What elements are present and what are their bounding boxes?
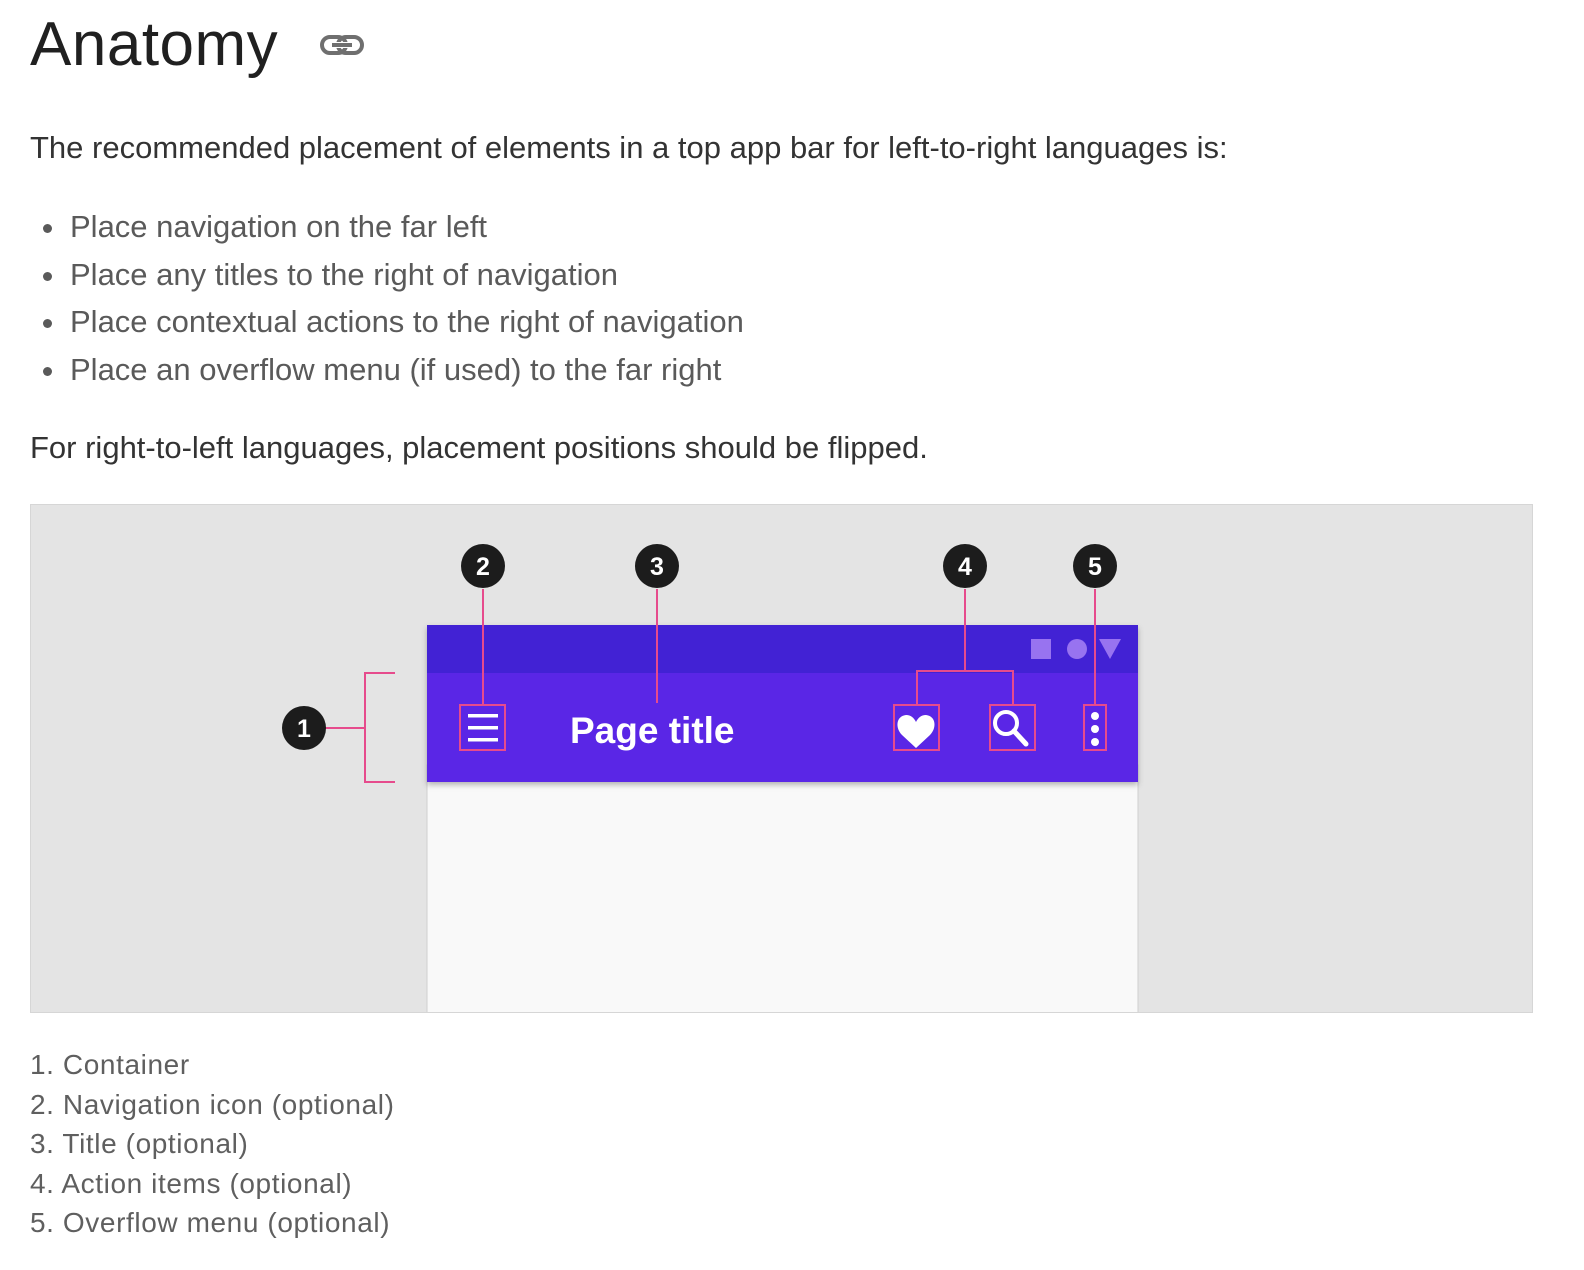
svg-text:4: 4	[958, 553, 972, 581]
placement-list: Place navigation on the far left Place a…	[30, 206, 744, 396]
section-heading: Anatomy	[30, 10, 279, 79]
app-bar	[427, 673, 1138, 782]
list-item: Place an overflow menu (if used) to the …	[30, 349, 744, 397]
list-item: 3. Title (optional)	[30, 1128, 249, 1160]
svg-text:1: 1	[297, 715, 311, 743]
link-icon[interactable]	[318, 30, 366, 60]
intro-paragraph: The recommended placement of elements in…	[30, 130, 1228, 165]
svg-text:2: 2	[476, 553, 490, 581]
content-area	[426, 764, 1139, 1012]
callout-badge: 2	[461, 544, 505, 588]
callout-badge: 1	[282, 706, 326, 750]
more-vert-icon[interactable]	[1091, 712, 1099, 746]
anatomy-figure: Page title 1 2 3 4 5	[30, 504, 1533, 1013]
rtl-note: For right-to-left languages, placement p…	[30, 430, 928, 465]
list-item: Place navigation on the far left	[30, 206, 744, 254]
list-item: 2. Navigation icon (optional)	[30, 1088, 395, 1120]
square-icon	[1031, 639, 1051, 659]
circle-icon	[1067, 639, 1087, 659]
svg-text:3: 3	[650, 553, 664, 581]
callout-badge: 5	[1073, 544, 1117, 588]
list-item: Place contextual actions to the right of…	[30, 301, 744, 349]
list-item: 4. Action items (optional)	[30, 1167, 353, 1199]
app-bar-title: Page title	[570, 710, 735, 751]
list-item: Place any titles to the right of navigat…	[30, 254, 744, 302]
callout-badge: 4	[943, 544, 987, 588]
anatomy-diagram: Page title 1 2 3 4 5	[282, 544, 1139, 1012]
caption-list: 1. Container 2. Navigation icon (optiona…	[30, 1045, 395, 1243]
svg-text:5: 5	[1088, 553, 1102, 581]
callout-badge: 3	[635, 544, 679, 588]
list-item: 5. Overflow menu (optional)	[30, 1207, 391, 1239]
list-item: 1. Container	[30, 1049, 190, 1080]
